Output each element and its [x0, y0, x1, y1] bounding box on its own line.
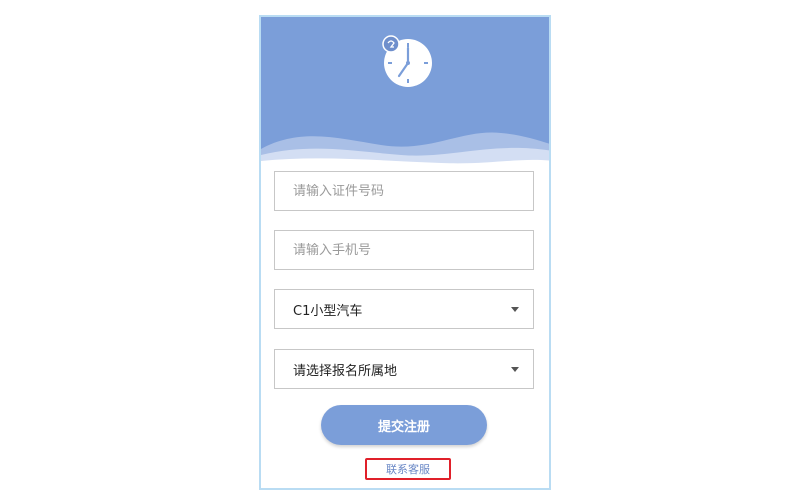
- clock-icon: [382, 35, 432, 87]
- chevron-down-icon: [511, 306, 519, 312]
- registration-screen: C1小型汽车 请选择报名所属地 提交注册 联系客服: [259, 15, 551, 490]
- submit-registration-button[interactable]: 提交注册: [321, 405, 487, 445]
- wave-decoration: [261, 132, 549, 167]
- license-type-value: C1小型汽车: [293, 303, 363, 319]
- contact-support-link[interactable]: 联系客服: [365, 458, 451, 480]
- location-value: 请选择报名所属地: [293, 363, 398, 379]
- chevron-down-icon: [511, 366, 519, 372]
- id-number-field[interactable]: [274, 171, 534, 211]
- id-number-input[interactable]: [293, 183, 513, 199]
- header-banner: [261, 17, 549, 167]
- location-select[interactable]: 请选择报名所属地: [274, 349, 534, 389]
- badge-icon: [382, 35, 400, 53]
- phone-input[interactable]: [293, 242, 513, 258]
- license-type-select[interactable]: C1小型汽车: [274, 289, 534, 329]
- phone-field[interactable]: [274, 230, 534, 270]
